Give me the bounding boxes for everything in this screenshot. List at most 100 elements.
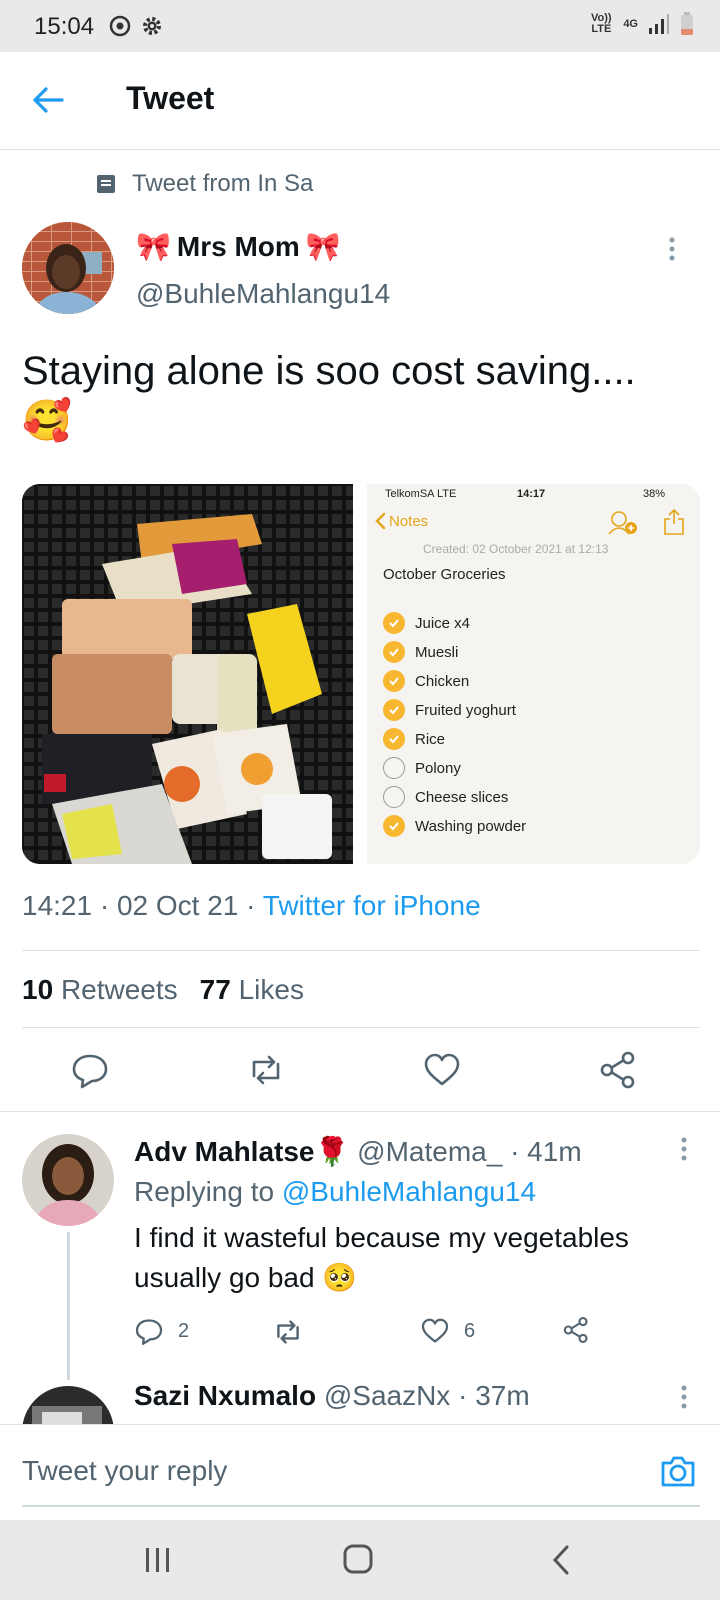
notes-back: Notes (373, 512, 428, 530)
tweet-context[interactable]: Tweet from In Sa (96, 170, 313, 198)
unchecked-circle-icon (383, 757, 405, 779)
likes-label: Likes (238, 974, 304, 1005)
camera-icon[interactable] (658, 1451, 698, 1491)
pleading-emoji: 🥺 (322, 1262, 358, 1293)
notes-carrier: TelkomSA LTE (385, 488, 457, 500)
more-options-icon[interactable] (660, 234, 684, 264)
chevron-left-icon (375, 512, 386, 530)
groceries-photo[interactable] (22, 484, 353, 864)
author-display-name: Mrs Mom (176, 230, 300, 262)
likes-count: 77 (199, 974, 231, 1005)
notes-created: Created: 02 October 2021 at 12:13 (423, 542, 609, 556)
reply-avatar[interactable] (22, 1134, 114, 1226)
reply-body: I find it wasteful because my vegetables… (134, 1222, 629, 1293)
rose-emoji: 🌹 (314, 1136, 350, 1167)
grocery-list-screenshot[interactable]: TelkomSA LTE 14:17 38% Notes Created: 02… (367, 484, 700, 864)
checklist-item: Chicken (383, 670, 469, 692)
thread-line (67, 1232, 70, 1380)
reply-header: Sazi Nxumalo @SaazNx · 37m (134, 1380, 530, 1412)
divider (22, 1027, 700, 1028)
volte-indicator: Vo)) LTE (591, 12, 612, 35)
reply-text: I find it wasteful because my vegetables… (134, 1218, 694, 1298)
status-bar: 15:04 Vo)) LTE 4G (0, 0, 720, 52)
network-type: 4G (623, 17, 638, 30)
replying-to-handle[interactable]: @BuhleMahlangu14 (282, 1176, 536, 1207)
checklist-item: Polony (383, 757, 461, 779)
status-time: 15:04 (34, 13, 95, 40)
checklist-item-label: Fruited yoghurt (415, 701, 516, 719)
checklist-item: Muesli (383, 641, 458, 663)
battery-icon (681, 12, 693, 35)
reply-actions: 2 6 (134, 1316, 614, 1348)
tweet-media: TelkomSA LTE 14:17 38% Notes Created: 02… (22, 484, 700, 864)
retweets-stat[interactable]: 10 Retweets (22, 974, 178, 1006)
back-icon[interactable] (542, 1542, 582, 1578)
back-arrow-icon[interactable] (30, 82, 66, 118)
author-avatar[interactable] (22, 222, 114, 314)
reply-icon[interactable] (70, 1050, 110, 1090)
checklist-item-label: Washing powder (415, 817, 527, 835)
author-name[interactable]: 🎀 Mrs Mom 🎀 (136, 230, 341, 263)
checklist-item-label: Polony (415, 759, 461, 777)
retweets-count: 10 (22, 974, 54, 1005)
reply-age: · 41m (510, 1136, 582, 1167)
tweet-date: 02 Oct 21 (116, 890, 239, 921)
notes-title: October Groceries (383, 566, 506, 583)
replying-prefix: Replying to (134, 1176, 275, 1207)
tweet-body: Staying alone is soo cost saving.... (22, 349, 636, 393)
tweet-stats: 10 Retweets 77 Likes (22, 974, 304, 1006)
retweet-icon (277, 1320, 299, 1344)
replying-to: Replying to @BuhleMahlangu14 (134, 1176, 536, 1208)
reply-author-name[interactable]: Sazi Nxumalo (134, 1380, 316, 1411)
reply-input[interactable]: Tweet your reply (22, 1455, 227, 1487)
reply-reply-button[interactable]: 2 (134, 1316, 189, 1346)
reply-author-handle[interactable]: @Matema_ (357, 1136, 502, 1167)
system-nav-bar (0, 1520, 720, 1600)
share-icon (563, 1317, 588, 1343)
divider (22, 950, 700, 951)
checklist-item-label: Cheese slices (415, 788, 509, 806)
share-icon[interactable] (598, 1050, 638, 1090)
smiling-hearts-emoji: 🥰 (22, 399, 72, 443)
checklist-item-label: Rice (415, 730, 446, 748)
tweet-time: 14:21 (22, 890, 93, 921)
author-handle[interactable]: @BuhleMahlangu14 (136, 278, 390, 310)
reply-retweet-button[interactable] (272, 1316, 304, 1348)
reply-age: · 37m (458, 1380, 530, 1411)
checklist-item: Juice x4 (383, 612, 470, 634)
context-label: Tweet from In Sa (132, 170, 314, 197)
checked-circle-icon (383, 641, 405, 663)
home-icon[interactable] (338, 1542, 378, 1578)
like-heart-icon (421, 1318, 449, 1343)
gear-icon (143, 17, 161, 35)
reply-count: 2 (178, 1319, 190, 1342)
tweet-source[interactable]: Twitter for iPhone (263, 890, 481, 921)
recent-apps-icon[interactable] (138, 1542, 178, 1578)
signal-icon (649, 14, 669, 34)
reply-author-handle[interactable]: @SaazNx (324, 1380, 450, 1411)
checklist-item-label: Muesli (415, 643, 459, 661)
notes-time: 14:17 (517, 488, 546, 500)
checked-circle-icon (383, 612, 405, 634)
checklist-item: Rice (383, 728, 445, 750)
more-options-icon[interactable] (672, 1382, 696, 1412)
like-heart-icon[interactable] (422, 1050, 462, 1090)
tweet-actions (0, 1050, 720, 1090)
more-options-icon[interactable] (672, 1134, 696, 1164)
reply-author-name[interactable]: Adv Mahlatse (134, 1136, 315, 1167)
retweet-icon[interactable] (246, 1050, 286, 1090)
sync-icon (109, 15, 131, 37)
checked-circle-icon (383, 815, 405, 837)
unchecked-circle-icon (383, 786, 405, 808)
reply-share-button[interactable] (562, 1316, 590, 1344)
ribbon-emoji-left: 🎀 (136, 231, 171, 262)
input-underline (22, 1505, 700, 1507)
checked-circle-icon (383, 699, 405, 721)
reply-like-button[interactable]: 6 (420, 1316, 475, 1346)
ribbon-emoji-right: 🎀 (305, 231, 341, 262)
share-icon (664, 508, 684, 535)
likes-stat[interactable]: 77 Likes (200, 974, 304, 1006)
checked-circle-icon (383, 728, 405, 750)
reply-header: Adv Mahlatse🌹 @Matema_ · 41m (134, 1135, 582, 1168)
divider (0, 1111, 720, 1112)
